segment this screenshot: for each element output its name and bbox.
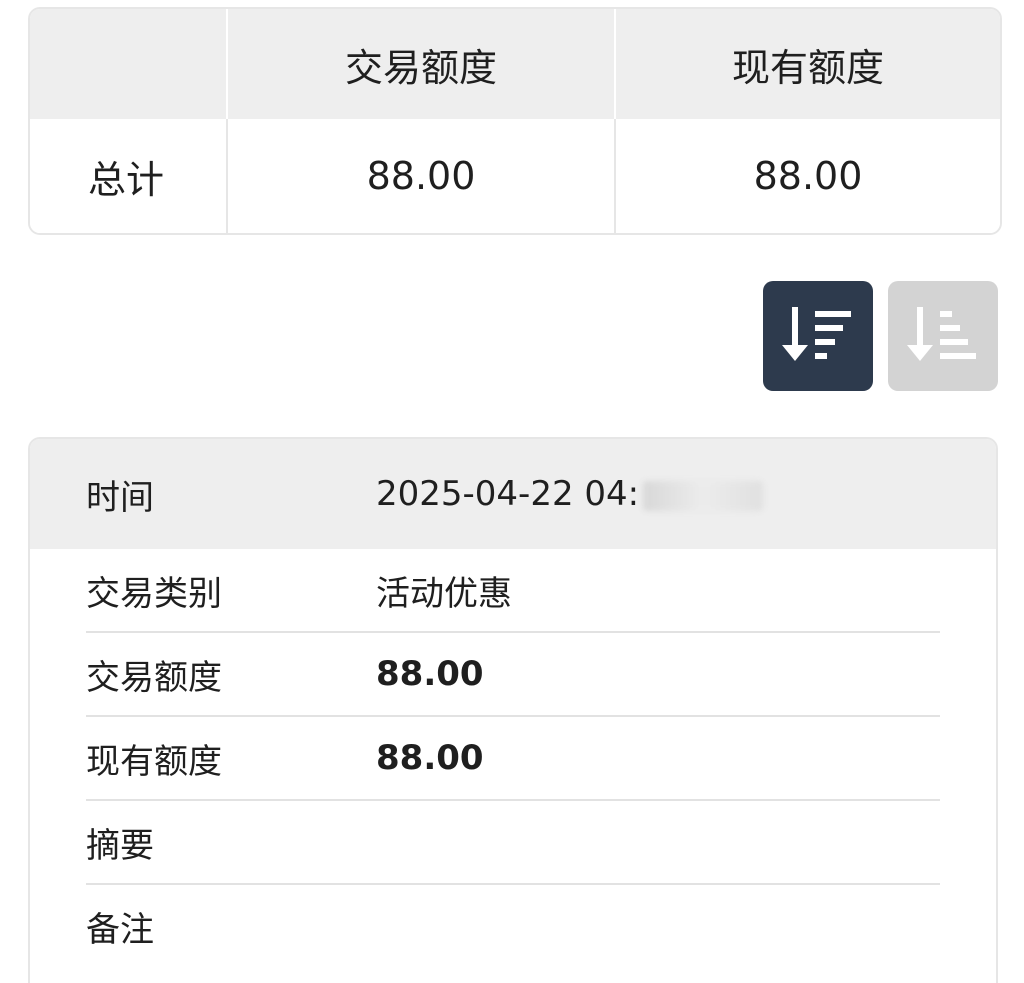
record-trade-label: 交易额度 bbox=[86, 657, 222, 698]
record-note-label: 备注 bbox=[86, 909, 154, 950]
summary-total-label: 总计 bbox=[30, 119, 228, 233]
redacted-time-mask bbox=[643, 480, 764, 511]
summary-total-current: 88.00 bbox=[753, 154, 863, 198]
transaction-record-card: 时间 2025-04-22 04: 交易类别 活动优惠 交易额度 88.00 现… bbox=[28, 437, 998, 983]
record-type-label: 交易类别 bbox=[86, 573, 222, 614]
summary-table: 交易额度 现有额度 总计 88.00 88.00 bbox=[28, 7, 1002, 235]
record-time-text: 2025-04-22 04: bbox=[376, 474, 640, 514]
transaction-page: 交易额度 现有额度 总计 88.00 88.00 时间 2025-04-22 0… bbox=[0, 0, 1024, 983]
record-type-value: 活动优惠 bbox=[376, 573, 512, 614]
summary-total-trade: 88.00 bbox=[228, 119, 616, 233]
record-trade-row: 交易额度 88.00 bbox=[86, 633, 940, 717]
record-type-row: 交易类别 活动优惠 bbox=[86, 549, 940, 633]
record-trade-value: 88.00 bbox=[376, 654, 484, 694]
sort-ascending-button[interactable] bbox=[888, 281, 998, 391]
record-summary-row: 摘要 bbox=[86, 801, 940, 885]
record-time-row: 时间 2025-04-22 04: bbox=[30, 439, 996, 549]
record-note-row: 备注 bbox=[86, 885, 940, 967]
sort-descending-icon bbox=[782, 307, 851, 361]
record-current-row: 现有额度 88.00 bbox=[86, 717, 940, 801]
summary-header-row: 交易额度 现有额度 bbox=[30, 9, 1000, 119]
record-time-label: 时间 bbox=[86, 477, 154, 518]
summary-total-row: 总计 88.00 88.00 bbox=[30, 119, 1000, 233]
record-current-value: 88.00 bbox=[376, 738, 484, 778]
sort-ascending-icon bbox=[907, 307, 976, 361]
summary-header-current: 现有额度 bbox=[731, 45, 884, 90]
summary-header-trade: 交易额度 bbox=[228, 9, 616, 119]
record-time-value: 2025-04-22 04: bbox=[376, 474, 764, 514]
summary-header-empty bbox=[30, 9, 228, 119]
record-summary-label: 摘要 bbox=[86, 825, 154, 866]
record-current-label: 现有额度 bbox=[86, 741, 222, 782]
sort-descending-button[interactable] bbox=[763, 281, 873, 391]
